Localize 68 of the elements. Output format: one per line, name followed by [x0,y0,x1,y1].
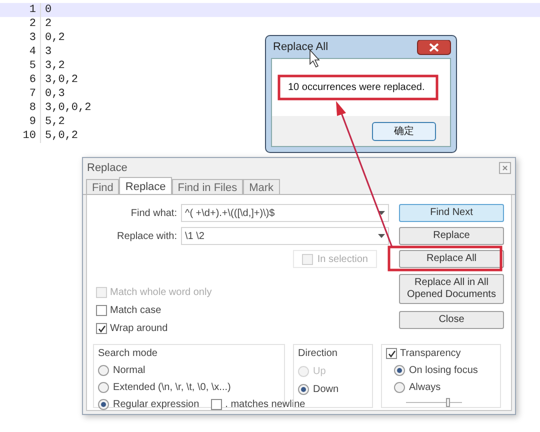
radio-label: Extended (\n, \r, \t, \0, \x...) [113,381,231,395]
group-title: Direction [298,347,338,361]
slider-thumb[interactable] [446,398,450,407]
checkbox[interactable] [211,399,222,410]
code-line: 3,0,2 [44,72,78,88]
code-line: 3,2 [44,58,65,74]
message-text: 10 occurrences were replaced. [288,81,425,95]
checkbox-label: Transparency [400,347,461,361]
checkbox-label: Wrap around [110,322,168,336]
line-number: 6 [28,72,37,88]
checkmark-icon [98,324,106,332]
code-line: 3 [44,44,52,60]
dialog-button[interactable]: Close [399,311,504,329]
line-number: 8 [28,100,37,116]
radio-label: On losing focus [409,364,478,378]
radio-label: Always [409,381,441,395]
window-title: Replace All [272,40,328,55]
radio-button[interactable] [98,365,109,376]
dialog-button[interactable]: Replace All in All Opened Documents [399,274,504,304]
radio-label: Regular expression [113,398,200,412]
radio-button[interactable] [98,382,109,393]
radio-label: Up [313,365,326,379]
code-line: 0 [44,2,52,18]
checkbox[interactable] [96,305,107,316]
radio-label: Normal [113,364,146,378]
radio-button[interactable] [298,384,309,395]
dialog-button[interactable]: Find Next [399,204,504,222]
checkbox-label: Match case [110,304,162,318]
line-number: 7 [28,86,37,102]
ok-button[interactable]: 确定 [372,122,436,140]
line-number: 5 [28,58,37,74]
field-label: Find what: [130,206,178,220]
radio-button[interactable] [394,382,405,393]
line-number: 2 [28,16,37,32]
line-number: 4 [28,44,37,60]
code-line: 5,2 [44,114,65,130]
tab[interactable]: Find in Files [172,179,244,194]
line-number: 9 [28,114,37,130]
checkbox-label: In selection [317,252,368,266]
input-field[interactable]: ^( +\d+).+\(([\d,]+)\)$ [181,204,389,222]
checkbox[interactable] [96,323,107,334]
dialog-button[interactable]: Replace All [399,250,504,268]
line-number: 10 [22,128,37,144]
radio-label: Down [313,383,339,397]
tab[interactable]: Mark [243,179,280,194]
code-line: 0,3 [44,86,65,102]
code-line: 2 [44,16,52,32]
checkbox-label: Match whole word only [110,286,212,300]
group-title: Search mode [98,347,158,361]
line-number: 1 [28,2,37,18]
line-number: 3 [28,30,37,46]
checkmark-icon [388,350,396,358]
checkbox-label: . matches newline [225,398,306,412]
radio-button[interactable] [394,365,405,376]
close-icon[interactable] [417,40,451,54]
caret-icon [378,234,385,238]
tab[interactable]: Find [86,179,120,194]
code-line: 5,0,2 [44,128,78,144]
tab[interactable]: Replace [119,177,172,194]
code-line: 0,2 [44,30,65,46]
dialog-button[interactable]: Replace [399,227,504,245]
radio-button[interactable] [98,399,109,410]
checkbox[interactable] [386,348,397,359]
code-line: 3,0,0,2 [44,100,92,116]
window-title: Replace [87,160,128,176]
caret-icon [378,211,385,215]
field-label: Replace with: [116,230,178,244]
input-field[interactable]: \1 \2 [181,227,389,245]
